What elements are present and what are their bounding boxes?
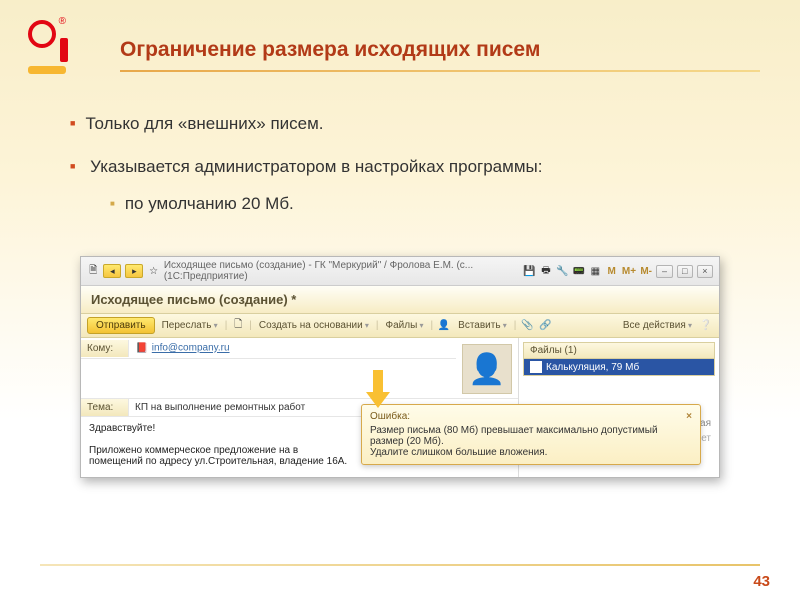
star-icon[interactable]: ☆ bbox=[147, 264, 159, 278]
to-field[interactable]: Кому: 📕 info@company.ru bbox=[81, 338, 456, 359]
files-panel-header: Файлы (1) bbox=[523, 342, 715, 359]
all-actions-menu[interactable]: Все действия bbox=[620, 319, 695, 332]
title-underline bbox=[120, 70, 760, 72]
form-header: Исходящее письмо (создание) * bbox=[81, 286, 719, 314]
send-button[interactable]: Отправить bbox=[87, 317, 155, 334]
insert-menu[interactable]: Вставить bbox=[455, 319, 510, 332]
bullet-1: Только для «внешних» писем. bbox=[70, 110, 760, 137]
save-icon[interactable]: 💾 bbox=[523, 264, 535, 278]
toolbar: Отправить Переслать | 🗋 | Создать на осн… bbox=[81, 314, 719, 338]
forward-menu[interactable]: Переслать bbox=[159, 319, 221, 332]
file-item[interactable]: Калькуляция, 79 Мб bbox=[523, 359, 715, 376]
app-window: 🗎 ◂ ▸ ☆ Исходящее письмо (создание) - ГК… bbox=[80, 256, 720, 478]
callout-arrow bbox=[366, 370, 390, 410]
error-line2: Удалите слишком большие вложения. bbox=[370, 447, 692, 458]
contact-icon[interactable]: 👤 bbox=[437, 319, 451, 333]
nav-fwd-button[interactable]: ▸ bbox=[125, 264, 143, 278]
bullet-2: Указывается администратором в настройках… bbox=[70, 153, 760, 217]
error-tooltip: Ошибка: × Размер письма (80 Мб) превышае… bbox=[361, 404, 701, 465]
calc-icon[interactable]: 📟 bbox=[573, 264, 585, 278]
file-name: Калькуляция, 79 Мб bbox=[546, 362, 639, 373]
avatar: 👤 bbox=[462, 344, 512, 394]
error-title: Ошибка: bbox=[370, 411, 410, 422]
grid-icon[interactable]: ▦ bbox=[589, 264, 601, 278]
close-button[interactable]: × bbox=[697, 265, 713, 278]
help-icon[interactable]: ❔ bbox=[699, 319, 713, 333]
contact-book-icon[interactable]: 📕 bbox=[135, 341, 149, 355]
attach-icon[interactable]: 📎 bbox=[520, 319, 534, 333]
slide-title: Ограничение размера исходящих писем bbox=[120, 38, 540, 62]
new-icon[interactable]: 🗋 bbox=[231, 319, 245, 333]
sub-bullet-1: по умолчанию 20 Мб. bbox=[110, 190, 760, 217]
app-icon: 🗎 bbox=[87, 264, 99, 278]
files-menu[interactable]: Файлы bbox=[383, 319, 427, 332]
error-close-button[interactable]: × bbox=[686, 411, 692, 422]
link-icon[interactable]: 🔗 bbox=[538, 319, 552, 333]
1c-logo bbox=[28, 20, 80, 72]
subject-label: Тема: bbox=[81, 399, 129, 416]
window-title: Исходящее письмо (создание) - ГК "Меркур… bbox=[164, 260, 516, 282]
to-label: Кому: bbox=[81, 340, 129, 357]
mem-mplus[interactable]: M+ bbox=[622, 264, 636, 278]
to-value: info@company.ru bbox=[152, 343, 230, 354]
error-line1: Размер письма (80 Мб) превышает максимал… bbox=[370, 425, 692, 447]
mem-mminus[interactable]: M- bbox=[640, 264, 652, 278]
file-icon bbox=[530, 361, 542, 373]
create-based-menu[interactable]: Создать на основании bbox=[256, 319, 372, 332]
tool-icon[interactable]: 🔧 bbox=[556, 264, 568, 278]
nav-back-button[interactable]: ◂ bbox=[103, 264, 121, 278]
mem-m[interactable]: M bbox=[606, 264, 618, 278]
maximize-button[interactable]: □ bbox=[677, 265, 693, 278]
minimize-button[interactable]: – bbox=[656, 265, 672, 278]
print-icon[interactable]: 🖶 bbox=[540, 264, 552, 278]
footer-line bbox=[40, 564, 760, 566]
titlebar: 🗎 ◂ ▸ ☆ Исходящее письмо (создание) - ГК… bbox=[81, 257, 719, 286]
bullet-list: Только для «внешних» писем. Указывается … bbox=[70, 110, 760, 234]
page-number: 43 bbox=[753, 573, 770, 590]
